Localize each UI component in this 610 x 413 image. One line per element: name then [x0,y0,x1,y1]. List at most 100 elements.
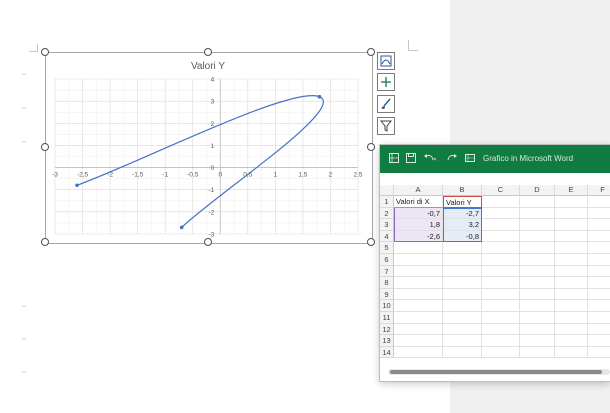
spreadsheet-cell[interactable] [482,300,520,312]
spreadsheet-cell[interactable] [520,300,555,312]
spreadsheet-cell[interactable] [588,242,610,254]
column-header-e[interactable]: E [555,185,588,196]
column-header-c[interactable]: C [482,185,520,196]
spreadsheet-cell[interactable]: 3,2 [443,219,482,231]
spreadsheet-cell[interactable] [555,323,588,336]
spreadsheet-cell[interactable]: -2,6 [394,230,443,243]
spreadsheet-cell[interactable] [394,323,443,336]
layout-options-button[interactable] [377,52,395,70]
spreadsheet-cell[interactable] [482,242,520,254]
excel-data-window[interactable]: Grafico in Microsoft Word A B C D E F 1V… [380,145,610,381]
spreadsheet-cell[interactable] [588,208,610,220]
spreadsheet-cell[interactable] [588,335,610,347]
spreadsheet-cell[interactable] [555,312,588,324]
spreadsheet-cell[interactable] [588,300,610,312]
row-header[interactable]: 11 [380,312,394,324]
spreadsheet-cell[interactable] [520,346,555,359]
row-header[interactable]: 10 [380,300,394,312]
spreadsheet-cell[interactable] [482,346,520,359]
spreadsheet-cell[interactable] [520,277,555,289]
row-header[interactable]: 6 [380,254,394,266]
spreadsheet-cell[interactable] [482,265,520,278]
spreadsheet-cell[interactable] [443,254,482,266]
spreadsheet-cell[interactable] [555,196,588,208]
spreadsheet-cell[interactable] [394,335,443,347]
spreadsheet-cell[interactable] [520,207,555,220]
spreadsheet-cell[interactable]: Valori di X [394,196,443,208]
resize-handle-top[interactable] [204,48,212,56]
spreadsheet-cell[interactable] [555,300,588,312]
redo-icon[interactable] [445,153,459,163]
chart-elements-button[interactable] [377,73,395,91]
spreadsheet-cell[interactable] [482,207,520,220]
chart-styles-button[interactable] [377,95,395,113]
edit-data-icon[interactable] [465,153,477,163]
spreadsheet-cell[interactable] [443,242,482,254]
spreadsheet-cell[interactable]: -0,8 [443,230,482,243]
spreadsheet-cell[interactable] [555,207,588,220]
spreadsheet-cell[interactable] [443,265,482,278]
spreadsheet-cell[interactable]: -0,7 [394,207,443,220]
row-header[interactable]: 5 [380,242,394,254]
spreadsheet-cell[interactable] [482,230,520,243]
spreadsheet-cell[interactable] [555,288,588,301]
spreadsheet-cell[interactable] [555,254,588,266]
spreadsheet-cell[interactable] [443,335,482,347]
spreadsheet-cell[interactable] [394,346,443,359]
spreadsheet-cell[interactable] [394,277,443,289]
spreadsheet-cell[interactable] [443,288,482,301]
spreadsheet-cell[interactable] [555,346,588,359]
spreadsheet-cell[interactable] [588,196,610,208]
row-header[interactable]: 2 [380,207,394,220]
spreadsheet-cell[interactable] [555,230,588,243]
spreadsheet-cell[interactable] [482,323,520,336]
row-header[interactable]: 4 [380,230,394,243]
spreadsheet-cell[interactable] [482,277,520,289]
row-header[interactable]: 3 [380,219,394,231]
spreadsheet-cell[interactable]: 1,8 [394,219,443,231]
spreadsheet-cell[interactable] [520,242,555,254]
spreadsheet-cell[interactable] [520,230,555,243]
row-header[interactable]: 1 [380,196,394,208]
row-header[interactable]: 9 [380,288,394,301]
resize-handle-top-left[interactable] [41,48,49,56]
spreadsheet-cell[interactable] [443,277,482,289]
spreadsheet-cell[interactable] [588,277,610,289]
save-icon[interactable] [406,153,416,163]
spreadsheet-cell[interactable] [394,300,443,312]
spreadsheet-cell[interactable] [520,323,555,336]
undo-icon[interactable] [423,153,437,163]
spreadsheet-cell[interactable] [520,219,555,231]
spreadsheet-cell[interactable] [555,277,588,289]
column-header-b[interactable]: B [443,185,482,196]
spreadsheet-cell[interactable] [482,312,520,324]
horizontal-scrollbar[interactable] [388,369,610,375]
spreadsheet-cell[interactable] [482,335,520,347]
spreadsheet-cell[interactable]: -2,7 [443,207,482,220]
resize-handle-top-right[interactable] [367,48,375,56]
spreadsheet-cell[interactable] [520,254,555,266]
resize-handle-bottom-left[interactable] [41,238,49,246]
resize-handle-right[interactable] [367,143,375,151]
spreadsheet-cell[interactable] [520,288,555,301]
spreadsheet-cell[interactable] [482,219,520,231]
resize-handle-left[interactable] [41,143,49,151]
spreadsheet-cell[interactable] [520,196,555,208]
row-header[interactable]: 13 [380,335,394,347]
resize-handle-bottom[interactable] [204,238,212,246]
spreadsheet-cell[interactable] [588,312,610,324]
select-all-corner[interactable] [380,185,394,196]
spreadsheet-cell[interactable] [482,254,520,266]
spreadsheet-cell[interactable] [588,324,610,336]
spreadsheet-cell[interactable] [555,335,588,347]
spreadsheet-cell[interactable] [520,265,555,278]
spreadsheet-cell[interactable] [588,219,610,231]
chart-plot[interactable]: Valori Y -3 -2,5 -2 -1,5 -1 -0,5 0 0,5 1 1,5 2 2,5 … [45,52,371,242]
spreadsheet-cell[interactable] [394,265,443,278]
row-header[interactable]: 12 [380,323,394,336]
chart-filters-button[interactable] [377,117,395,135]
column-header-d[interactable]: D [520,185,555,196]
spreadsheet-cell[interactable] [394,288,443,301]
spreadsheet-cell[interactable] [443,312,482,324]
spreadsheet-cell[interactable] [588,347,610,359]
